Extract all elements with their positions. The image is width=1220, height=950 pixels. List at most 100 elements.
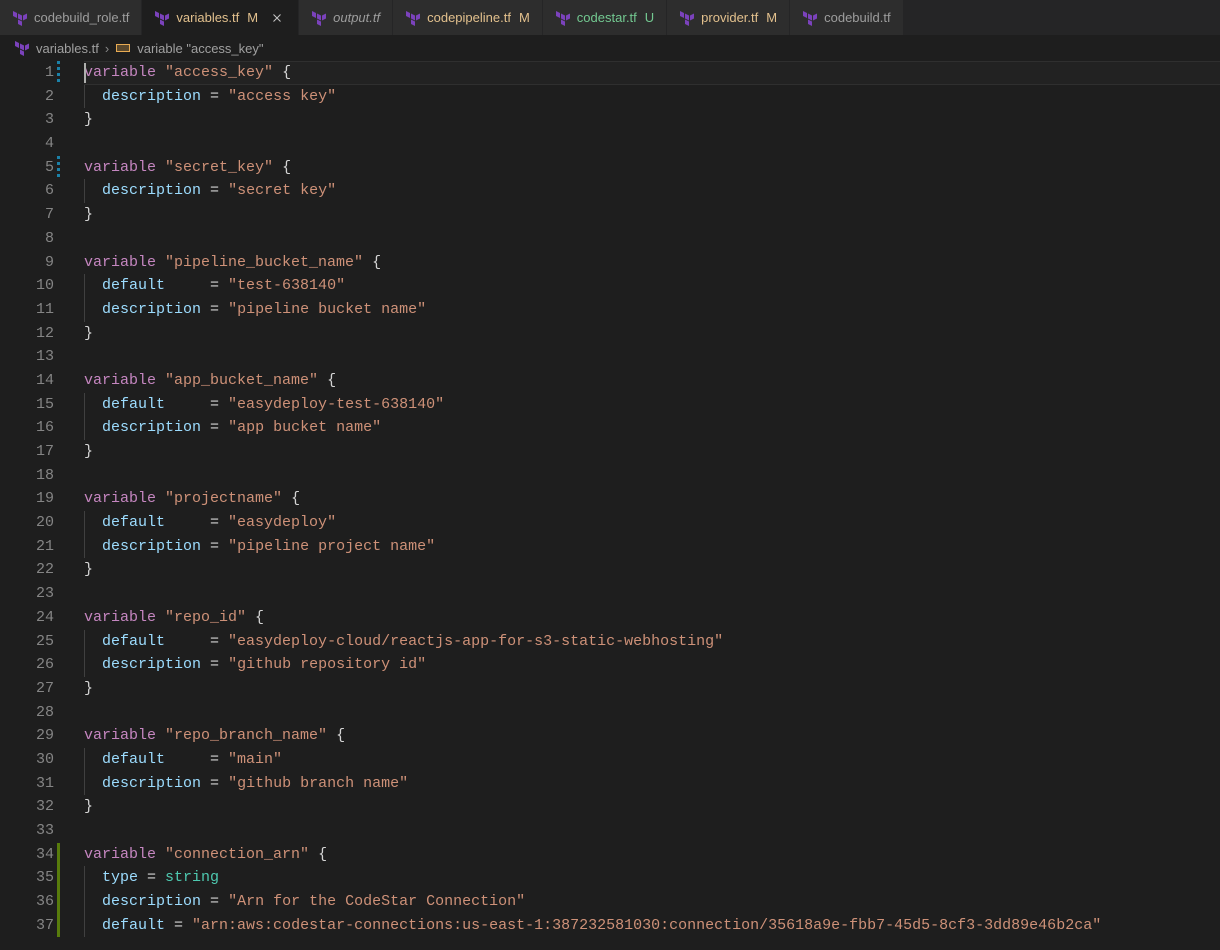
line-content: variable "projectname" { — [84, 487, 300, 511]
tab-provider-tf[interactable]: provider.tfM — [667, 0, 790, 35]
code-line[interactable]: default = "main" — [84, 748, 1220, 772]
tab-codepipeline-tf[interactable]: codepipeline.tfM — [393, 0, 543, 35]
git-status-badge: M — [766, 10, 777, 25]
line-number: 9 — [0, 251, 54, 275]
line-content: description = "pipeline bucket name" — [84, 298, 426, 322]
line-content: } — [84, 558, 93, 582]
code-line[interactable]: variable "repo_branch_name" { — [84, 724, 1220, 748]
line-number: 17 — [0, 440, 54, 464]
code-line[interactable]: } — [84, 203, 1220, 227]
indent-guide — [84, 274, 85, 298]
tab-label: codebuild.tf — [824, 10, 891, 25]
code-line[interactable]: description = "pipeline bucket name" — [84, 298, 1220, 322]
indent-guide — [84, 772, 85, 796]
tab-codebuild-tf[interactable]: codebuild.tf — [790, 0, 904, 35]
code-line[interactable] — [84, 227, 1220, 251]
code-line[interactable]: variable "secret_key" { — [84, 156, 1220, 180]
indent-guide — [84, 393, 85, 417]
code-line[interactable]: default = "easydeploy-cloud/reactjs-app-… — [84, 630, 1220, 654]
code-line[interactable] — [84, 345, 1220, 369]
code-line[interactable]: } — [84, 322, 1220, 346]
breadcrumb-file[interactable]: variables.tf — [36, 41, 99, 56]
code-line[interactable]: variable "projectname" { — [84, 487, 1220, 511]
line-content: variable "pipeline_bucket_name" { — [84, 251, 381, 275]
code-line[interactable]: type = string — [84, 866, 1220, 890]
line-number: 18 — [0, 464, 54, 488]
code-line[interactable]: description = "app bucket name" — [84, 416, 1220, 440]
code-line[interactable]: variable "app_bucket_name" { — [84, 369, 1220, 393]
code-line[interactable]: } — [84, 677, 1220, 701]
code-line[interactable]: default = "test-638140" — [84, 274, 1220, 298]
line-content: variable "repo_id" { — [84, 606, 264, 630]
git-status-badge: M — [247, 10, 258, 25]
line-number: 25 — [0, 630, 54, 654]
indent-guide — [84, 416, 85, 440]
close-icon[interactable] — [268, 9, 286, 27]
line-number: 29 — [0, 724, 54, 748]
code-line[interactable] — [84, 464, 1220, 488]
terraform-icon — [154, 10, 170, 26]
code-line[interactable]: } — [84, 440, 1220, 464]
tab-codestar-tf[interactable]: codestar.tfU — [543, 0, 667, 35]
tab-output-tf[interactable]: output.tf — [299, 0, 393, 35]
line-number: 1 — [0, 61, 54, 85]
code-line[interactable] — [84, 701, 1220, 725]
code-line[interactable]: description = "github branch name" — [84, 772, 1220, 796]
line-number: 33 — [0, 819, 54, 843]
line-number: 10 — [0, 274, 54, 298]
line-number: 13 — [0, 345, 54, 369]
terraform-icon — [679, 10, 695, 26]
git-gutter-added — [57, 914, 60, 938]
chevron-right-icon: › — [105, 41, 109, 56]
line-content: variable "app_bucket_name" { — [84, 369, 336, 393]
code-line[interactable]: default = "easydeploy-test-638140" — [84, 393, 1220, 417]
code-line[interactable]: variable "access_key" { — [84, 61, 1220, 85]
tab-label: output.tf — [333, 10, 380, 25]
terraform-icon — [311, 10, 327, 26]
code-line[interactable]: description = "github repository id" — [84, 653, 1220, 677]
code-line[interactable] — [84, 582, 1220, 606]
line-number: 31 — [0, 772, 54, 796]
line-number: 6 — [0, 179, 54, 203]
git-gutter-modified — [57, 156, 60, 180]
editor[interactable]: 1234567891011121314151617181920212223242… — [0, 61, 1220, 950]
line-number: 30 — [0, 748, 54, 772]
code-line[interactable] — [84, 819, 1220, 843]
breadcrumb-symbol[interactable]: variable "access_key" — [137, 41, 263, 56]
line-content: } — [84, 795, 93, 819]
line-number: 3 — [0, 108, 54, 132]
code-line[interactable]: description = "pipeline project name" — [84, 535, 1220, 559]
git-status-badge: U — [645, 10, 654, 25]
code-line[interactable]: description = "secret key" — [84, 179, 1220, 203]
tab-codebuild_role-tf[interactable]: codebuild_role.tf — [0, 0, 142, 35]
line-content: description = "secret key" — [84, 179, 336, 203]
tab-variables-tf[interactable]: variables.tfM — [142, 0, 299, 35]
git-gutter-added — [57, 890, 60, 914]
code-line[interactable]: } — [84, 108, 1220, 132]
indent-guide — [84, 914, 85, 938]
line-number: 15 — [0, 393, 54, 417]
line-content: description = "app bucket name" — [84, 416, 381, 440]
line-number: 7 — [0, 203, 54, 227]
code-line[interactable]: default = "easydeploy" — [84, 511, 1220, 535]
line-number: 23 — [0, 582, 54, 606]
code-line[interactable]: variable "repo_id" { — [84, 606, 1220, 630]
code-area[interactable]: variable "access_key" { description = "a… — [62, 61, 1220, 950]
line-content: description = "access key" — [84, 85, 336, 109]
line-content: variable "repo_branch_name" { — [84, 724, 345, 748]
code-line[interactable]: variable "connection_arn" { — [84, 843, 1220, 867]
code-line[interactable]: variable "pipeline_bucket_name" { — [84, 251, 1220, 275]
symbol-variable-icon — [115, 40, 131, 56]
code-line[interactable]: description = "Arn for the CodeStar Conn… — [84, 890, 1220, 914]
line-content: } — [84, 322, 93, 346]
indent-guide — [84, 85, 85, 109]
line-number: 14 — [0, 369, 54, 393]
code-line[interactable]: } — [84, 558, 1220, 582]
indent-guide — [84, 298, 85, 322]
line-number: 5 — [0, 156, 54, 180]
code-line[interactable]: default = "arn:aws:codestar-connections:… — [84, 914, 1220, 938]
code-line[interactable] — [84, 132, 1220, 156]
code-line[interactable]: } — [84, 795, 1220, 819]
code-line[interactable]: description = "access key" — [84, 85, 1220, 109]
line-number: 22 — [0, 558, 54, 582]
